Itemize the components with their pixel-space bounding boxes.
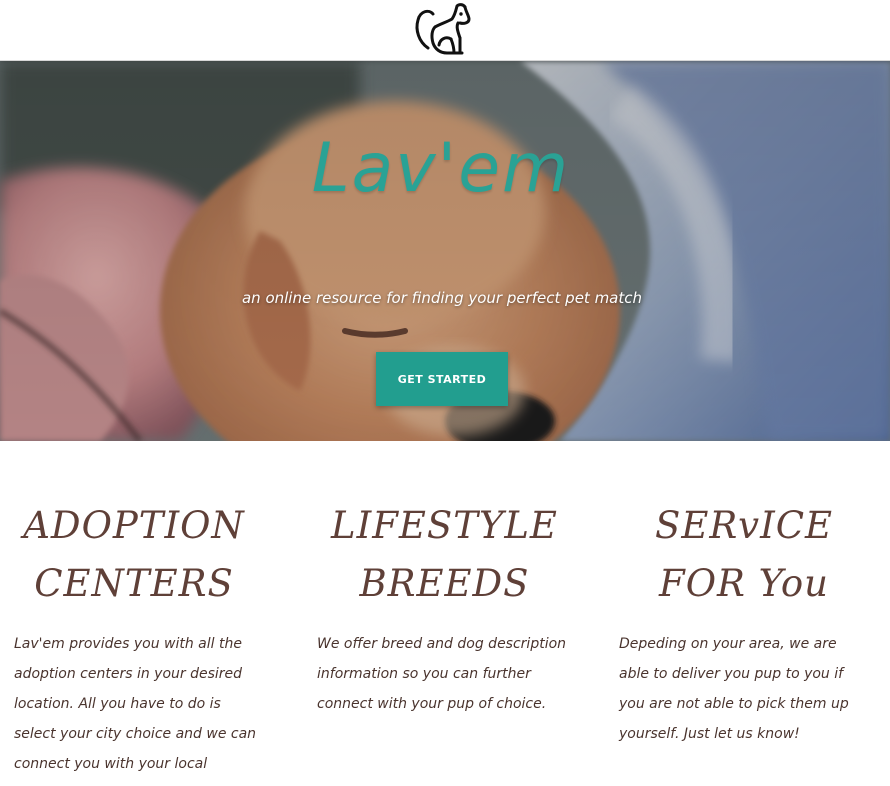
feature-description: Lav'em provides you with all the adoptio… <box>14 636 257 772</box>
top-navbar <box>0 0 890 61</box>
features-section: ADOPTION CENTERS Lav'em provides you wit… <box>0 441 890 786</box>
hero-title: Lav'em <box>311 129 571 208</box>
dog-icon <box>415 3 471 55</box>
feature-description: Depeding on your area, we are able to de… <box>619 636 849 742</box>
feature-description: We offer breed and dog description infor… <box>317 636 567 712</box>
get-started-button[interactable]: GET STARTED <box>376 352 508 406</box>
feature-title: ADOPTION CENTERS <box>23 504 245 605</box>
feature-title: LIFESTYLE BREEDS <box>331 504 558 605</box>
hero-banner: Lav'em an online resource for finding yo… <box>0 61 890 441</box>
feature-title: SERvICE FOR You <box>654 504 834 605</box>
hero-subtitle: an online resource for finding your perf… <box>241 289 643 307</box>
dog-logo-link[interactable] <box>410 0 474 58</box>
